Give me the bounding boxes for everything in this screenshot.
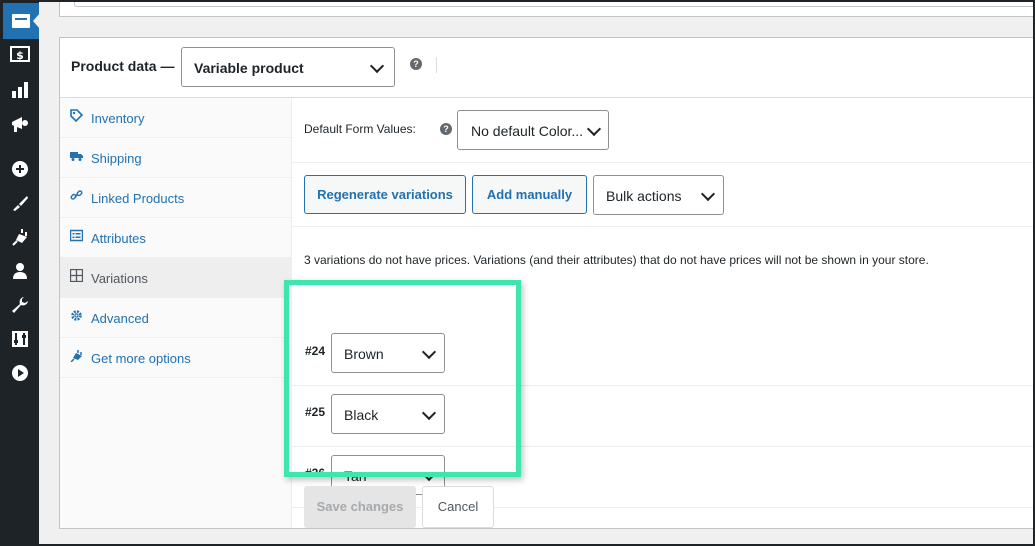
bulk-actions-value: Bulk actions	[606, 188, 682, 204]
product-type-value: Variable product	[194, 60, 304, 76]
link-icon	[70, 190, 83, 200]
active-menu-notch	[33, 13, 40, 29]
wrench-icon[interactable]	[10, 295, 30, 315]
missing-prices-notice: 3 variations do not have prices. Variati…	[304, 253, 929, 267]
tab-advanced[interactable]: Advanced	[60, 298, 291, 338]
default-color-select[interactable]: No default Color...	[457, 110, 609, 150]
tab-label: Get more options	[91, 351, 191, 366]
megaphone-icon[interactable]	[10, 114, 30, 134]
add-manually-button[interactable]: Add manually	[472, 175, 587, 214]
header-separator	[436, 57, 437, 73]
product-data-header: Product data — Variable product ?	[60, 38, 1035, 98]
default-form-values-row: Default Form Values: ? No default Color.…	[291, 98, 1035, 163]
gear-icon	[71, 310, 82, 321]
brush-icon[interactable]	[10, 193, 30, 213]
highlight-box	[284, 280, 521, 477]
product-data-tabs: Inventory Shipping Linked Products Attri…	[60, 98, 292, 528]
help-icon[interactable]: ?	[440, 123, 452, 135]
money-icon[interactable]: $	[10, 44, 30, 64]
settings-icon[interactable]	[10, 329, 30, 349]
truck-icon	[70, 152, 83, 161]
previous-metabox-inner	[74, 0, 1035, 7]
list-icon	[70, 229, 83, 242]
svg-text:$: $	[16, 49, 24, 62]
default-color-value: No default Color...	[471, 123, 584, 139]
tab-label: Inventory	[91, 111, 145, 126]
tab-label: Attributes	[91, 231, 146, 246]
analytics-icon[interactable]	[10, 80, 30, 100]
tab-get-more-options[interactable]: Get more options	[60, 338, 291, 378]
chevron-down-icon	[586, 121, 602, 137]
tab-label: Advanced	[91, 311, 149, 326]
chevron-down-icon	[369, 58, 385, 74]
product-data-panel: Product data — Variable product ? Invent…	[59, 37, 1035, 529]
grid-icon	[70, 269, 83, 282]
tab-inventory[interactable]: Inventory	[60, 98, 291, 138]
save-changes-button[interactable]: Save changes	[304, 486, 416, 528]
tab-attributes[interactable]: Attributes	[60, 218, 291, 258]
tab-variations[interactable]: Variations	[60, 258, 291, 298]
plugin-icon[interactable]	[10, 227, 30, 247]
bulk-actions-select[interactable]: Bulk actions	[593, 175, 724, 215]
admin-sidebar: $	[0, 0, 40, 546]
default-form-values-label: Default Form Values:	[304, 122, 416, 136]
tab-label: Variations	[91, 271, 148, 286]
variation-actions-row: Regenerate variations Add manually Bulk …	[291, 162, 1035, 227]
regenerate-variations-button[interactable]: Regenerate variations	[304, 175, 466, 214]
cancel-button[interactable]: Cancel	[422, 486, 494, 528]
chevron-down-icon	[700, 186, 716, 202]
product-data-label: Product data —	[71, 58, 175, 74]
tab-label: Shipping	[91, 151, 142, 166]
help-icon[interactable]: ?	[410, 58, 422, 70]
product-type-select[interactable]: Variable product	[181, 47, 395, 87]
plug-icon	[70, 350, 82, 362]
tab-linked-products[interactable]: Linked Products	[60, 178, 291, 218]
play-icon[interactable]	[10, 363, 30, 383]
tab-shipping[interactable]: Shipping	[60, 138, 291, 178]
user-icon[interactable]	[10, 261, 30, 281]
add-icon[interactable]	[10, 159, 30, 179]
tag-icon	[70, 109, 83, 122]
tab-label: Linked Products	[91, 191, 185, 206]
